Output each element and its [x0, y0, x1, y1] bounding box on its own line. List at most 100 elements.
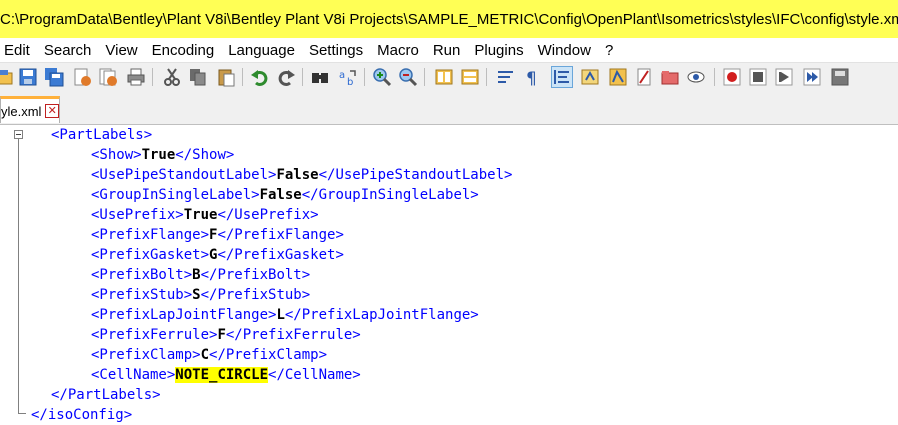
tab-bar: yle.xml ✕	[0, 90, 898, 125]
xml-open-tag: <PrefixGasket>	[91, 247, 210, 263]
xml-close-tag: </PrefixFlange>	[217, 227, 344, 243]
function-list-icon[interactable]	[608, 67, 628, 87]
xml-open-tag: <CellName>	[91, 367, 176, 383]
close-file-icon[interactable]	[72, 67, 92, 87]
xml-open-tag: <UsePipeStandoutLabel>	[91, 167, 277, 183]
copy-icon[interactable]	[188, 67, 208, 87]
close-all-icon[interactable]	[98, 67, 118, 87]
run-macro-multiple-icon[interactable]	[802, 67, 822, 87]
code-line[interactable]: <Show>True</Show>	[91, 145, 234, 165]
code-line[interactable]: <PrefixClamp>C</PrefixClamp>	[91, 345, 327, 365]
user-language-icon[interactable]	[580, 67, 600, 87]
paste-icon[interactable]	[216, 67, 236, 87]
xml-value: False	[259, 187, 302, 203]
menu-macro[interactable]: Macro	[377, 42, 419, 59]
find-icon[interactable]	[310, 67, 330, 87]
tab-style-xml[interactable]: yle.xml ✕	[0, 96, 60, 123]
xml-open-tag: <PrefixFlange>	[91, 227, 210, 243]
xml-value: B	[192, 267, 201, 283]
toolbar: ab ¶	[0, 62, 898, 92]
undo-icon[interactable]	[250, 67, 270, 87]
save-icon[interactable]	[18, 67, 38, 87]
monitoring-eye-icon[interactable]	[686, 67, 706, 87]
sync-horizontal-icon[interactable]	[460, 67, 480, 87]
xml-close-tag: </CellName>	[268, 367, 361, 383]
code-line[interactable]: </PartLabels>	[51, 385, 161, 405]
xml-open-tag: </isoConfig>	[31, 407, 133, 423]
menu-plugins[interactable]: Plugins	[474, 42, 523, 59]
xml-open-tag: <GroupInSingleLabel>	[91, 187, 260, 203]
xml-close-tag: </UsePipeStandoutLabel>	[318, 167, 513, 183]
cut-icon[interactable]	[162, 67, 182, 87]
menu-help[interactable]: ?	[605, 42, 613, 59]
code-line[interactable]: <PrefixFlange>F</PrefixFlange>	[91, 225, 344, 245]
close-tab-icon[interactable]: ✕	[45, 104, 59, 118]
xml-close-tag: </PrefixLapJointFlange>	[284, 307, 479, 323]
fold-end-marker	[18, 413, 26, 414]
word-wrap-icon[interactable]	[496, 67, 516, 87]
xml-close-tag: </Show>	[175, 147, 235, 163]
xml-value: False	[276, 167, 319, 183]
menu-search[interactable]: Search	[44, 42, 92, 59]
code-line[interactable]: <PartLabels>	[51, 125, 152, 145]
xml-value: NOTE_CIRCLE	[175, 367, 269, 383]
xml-value: S	[192, 287, 201, 303]
xml-open-tag: <PrefixFerrule>	[91, 327, 218, 343]
redo-icon[interactable]	[276, 67, 296, 87]
xml-value: True	[183, 207, 218, 223]
code-line[interactable]: </isoConfig>	[31, 405, 132, 425]
code-line[interactable]: <PrefixStub>S</PrefixStub>	[91, 285, 310, 305]
zoom-in-icon[interactable]	[372, 67, 392, 87]
fold-line	[18, 139, 19, 413]
print-icon[interactable]	[126, 67, 146, 87]
code-line[interactable]: <PrefixFerrule>F</PrefixFerrule>	[91, 325, 361, 345]
folder-as-workspace-icon[interactable]	[660, 67, 680, 87]
menu-run[interactable]: Run	[433, 42, 461, 59]
code-line[interactable]: <PrefixLapJointFlange>L</PrefixLapJointF…	[91, 305, 479, 325]
menu-view[interactable]: View	[105, 42, 137, 59]
window-title-bar: C:\ProgramData\Bentley\Plant V8i\Bentley…	[0, 0, 898, 38]
code-line[interactable]: <GroupInSingleLabel>False</GroupInSingle…	[91, 185, 479, 205]
svg-text:a: a	[339, 70, 345, 81]
document-map-icon[interactable]	[634, 67, 654, 87]
code-line[interactable]: <CellName>NOTE_CIRCLE</CellName>	[91, 365, 361, 385]
tab-label: yle.xml	[1, 103, 42, 119]
xml-open-tag: <PartLabels>	[51, 127, 153, 143]
xml-value: C	[200, 347, 210, 363]
show-all-characters-icon[interactable]: ¶	[522, 67, 542, 87]
menu-encoding[interactable]: Encoding	[152, 42, 215, 59]
code-editor[interactable]: <PartLabels> <Show>True</Show> <UsePipeSta…	[0, 125, 898, 425]
window-title: C:\ProgramData\Bentley\Plant V8i\Bentley…	[0, 10, 898, 28]
xml-open-tag: </PartLabels>	[51, 387, 161, 403]
stop-macro-icon[interactable]	[748, 67, 768, 87]
save-macro-icon[interactable]	[830, 67, 850, 87]
menu-edit[interactable]: Edit	[4, 42, 30, 59]
code-line[interactable]: <UsePipeStandoutLabel>False</UsePipeStan…	[91, 165, 512, 185]
menu-settings[interactable]: Settings	[309, 42, 363, 59]
zoom-out-icon[interactable]	[398, 67, 418, 87]
sync-vertical-icon[interactable]	[434, 67, 454, 87]
xml-close-tag: </PrefixGasket>	[217, 247, 344, 263]
xml-open-tag: <PrefixLapJointFlange>	[91, 307, 277, 323]
menu-bar: Edit Search View Encoding Language Setti…	[0, 38, 898, 62]
code-line[interactable]: <PrefixGasket>G</PrefixGasket>	[91, 245, 344, 265]
record-macro-icon[interactable]	[722, 67, 742, 87]
code-line[interactable]: <UsePrefix>True</UsePrefix>	[91, 205, 319, 225]
xml-open-tag: <Show>	[91, 147, 142, 163]
open-file-icon[interactable]	[0, 67, 14, 87]
replace-icon[interactable]: ab	[338, 67, 358, 87]
xml-close-tag: </UsePrefix>	[217, 207, 319, 223]
xml-open-tag: <PrefixBolt>	[91, 267, 193, 283]
menu-window[interactable]: Window	[538, 42, 591, 59]
xml-value: F	[217, 327, 226, 343]
code-line[interactable]: <PrefixBolt>B</PrefixBolt>	[91, 265, 310, 285]
xml-value: L	[276, 307, 285, 323]
save-all-icon[interactable]	[44, 67, 64, 87]
xml-close-tag: </GroupInSingleLabel>	[301, 187, 479, 203]
indent-guide-icon[interactable]	[551, 66, 573, 88]
fold-collapse-icon[interactable]	[14, 130, 23, 139]
xml-close-tag: </PrefixFerrule>	[225, 327, 361, 343]
svg-text:¶: ¶	[526, 69, 537, 87]
play-macro-icon[interactable]	[774, 67, 794, 87]
menu-language[interactable]: Language	[228, 42, 295, 59]
